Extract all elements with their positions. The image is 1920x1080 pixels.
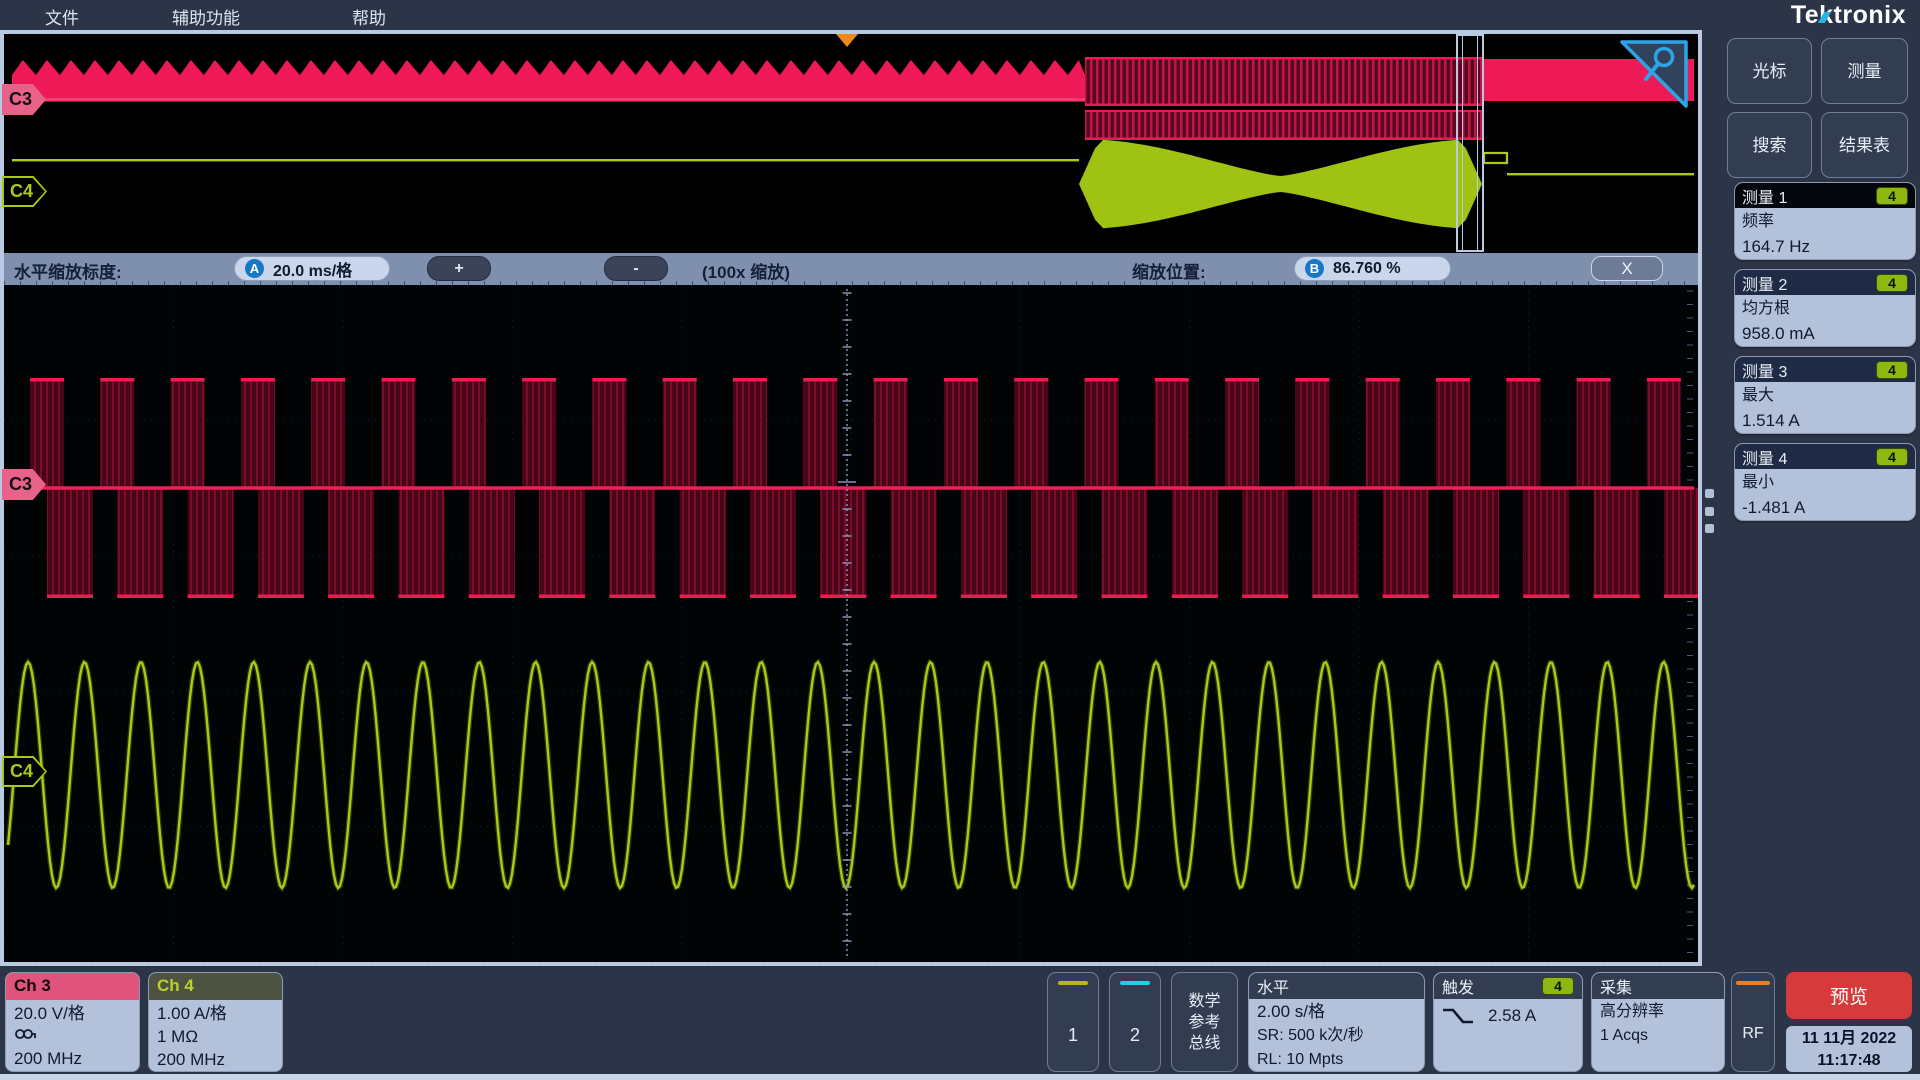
zoom-scale-label: 水平缩放标度:: [14, 258, 122, 283]
results-table-button[interactable]: 结果表: [1821, 112, 1908, 178]
zoom-scale-knob[interactable]: A 20.0 ms/格: [234, 256, 390, 281]
horizontal-scale: 2.00 s/格: [1257, 1000, 1416, 1024]
menu-file[interactable]: 文件: [45, 4, 79, 29]
measurement-4-title: 测量 4: [1742, 445, 1787, 469]
overview-waveforms: [4, 34, 1698, 253]
waveform-view-1-button[interactable]: 1: [1047, 972, 1099, 1072]
measurement-1-source-badge: 4: [1876, 187, 1908, 205]
menu-bar: 文件 辅助功能 帮助 Tektronix: [0, 0, 1920, 30]
trigger-panel[interactable]: 触发 4 2.58 A: [1433, 972, 1583, 1072]
measurement-2-title: 测量 2: [1742, 271, 1787, 295]
measure-button[interactable]: 测量: [1821, 38, 1908, 104]
view1-color-bar: [1058, 981, 1088, 985]
zoom-position-value: 86.760 %: [1333, 260, 1401, 278]
record-length: RL: 10 Mpts: [1257, 1048, 1416, 1072]
trigger-position-marker-icon[interactable]: [836, 34, 858, 47]
acquisition-panel[interactable]: 采集 高分辨率 1 Acqs: [1591, 972, 1725, 1072]
measurement-4-source-badge: 4: [1876, 448, 1908, 466]
horizontal-title: 水平: [1257, 974, 1289, 998]
zoom-position-label: 缩放位置:: [1132, 258, 1206, 283]
measurement-1-name: 频率: [1742, 209, 1908, 234]
ch4-scale: 1.00 A/格: [157, 1002, 274, 1025]
trigger-title: 触发: [1442, 974, 1474, 998]
date: 11 11月 2022: [1786, 1028, 1912, 1050]
measurement-2-name: 均方根: [1742, 296, 1908, 321]
main-waveform-display: C3 C4: [4, 285, 1698, 962]
zoom-control-bar: 水平缩放标度: A 20.0 ms/格 + - (100x 缩放) 缩放位置: …: [4, 253, 1698, 285]
menu-help[interactable]: 帮助: [352, 4, 386, 29]
trigger-source-badge: 4: [1542, 977, 1574, 995]
measurement-1-title: 测量 1: [1742, 184, 1787, 208]
horizontal-panel[interactable]: 水平 2.00 s/格 SR: 500 k次/秒 RL: 10 Mpts: [1248, 972, 1425, 1072]
zoom-selection-box-inner: [1462, 36, 1478, 250]
time: 11:17:48: [1786, 1050, 1912, 1072]
measurement-2-value: 958.0 mA: [1742, 321, 1908, 346]
measurement-3-name: 最大: [1742, 383, 1908, 408]
sample-rate: SR: 500 k次/秒: [1257, 1024, 1416, 1048]
ch4-impedance: 1 MΩ: [157, 1025, 274, 1048]
ch4-badge[interactable]: Ch 4 1.00 A/格 1 MΩ 200 MHz: [148, 972, 283, 1072]
magnifier-corner-icon[interactable]: [1620, 39, 1690, 109]
splitter-drag-handle[interactable]: [1705, 489, 1715, 533]
main-waveforms: [4, 285, 1698, 962]
knob-b-icon: B: [1305, 259, 1324, 278]
tektronix-logo: Tektronix: [1791, 1, 1906, 30]
zoom-factor-label: (100x 缩放): [702, 258, 790, 283]
measurement-4-panel[interactable]: 测量 4 4 最小 -1.481 A: [1734, 443, 1916, 521]
measurement-4-name: 最小: [1742, 470, 1908, 495]
ch3-badge[interactable]: Ch 3 20.0 V/格 200 MHz: [5, 972, 140, 1072]
ch3-bandwidth: 200 MHz: [14, 1047, 131, 1070]
search-button[interactable]: 搜索: [1727, 112, 1812, 178]
zoom-scale-value: 20.0 ms/格: [273, 257, 352, 281]
ch3-name: Ch 3: [6, 973, 139, 1000]
ch3-scale: 20.0 V/格: [14, 1002, 131, 1025]
zoom-overview-window: C3 C4: [4, 34, 1698, 253]
rf-button[interactable]: RF: [1731, 972, 1775, 1072]
acquisition-count: 1 Acqs: [1600, 1024, 1716, 1048]
probe-icon: [14, 1025, 131, 1047]
ch4-name: Ch 4: [149, 973, 282, 1000]
measurement-3-title: 测量 3: [1742, 358, 1787, 382]
datetime-display[interactable]: 11 11月 2022 11:17:48: [1786, 1026, 1912, 1072]
zoom-close-button[interactable]: X: [1591, 256, 1663, 281]
acquisition-mode: 高分辨率: [1600, 1000, 1716, 1024]
ch4-bandwidth: 200 MHz: [157, 1048, 274, 1071]
measurement-2-panel[interactable]: 测量 2 4 均方根 958.0 mA: [1734, 269, 1916, 347]
cursor-button[interactable]: 光标: [1727, 38, 1812, 104]
bottom-edge-strip: [0, 1074, 1920, 1080]
rf-color-bar: [1736, 981, 1770, 985]
measurement-1-panel[interactable]: 测量 1 4 频率 164.7 Hz: [1734, 182, 1916, 260]
acquisition-title: 采集: [1600, 974, 1632, 998]
knob-a-icon: A: [245, 259, 264, 278]
zoom-in-button[interactable]: +: [427, 256, 491, 281]
zoom-position-knob[interactable]: B 86.760 %: [1294, 256, 1451, 281]
measurement-4-value: -1.481 A: [1742, 495, 1908, 520]
view2-color-bar: [1120, 981, 1150, 985]
preview-button[interactable]: 预览: [1786, 972, 1912, 1019]
falling-edge-icon: [1442, 1007, 1474, 1025]
zoom-selection-box[interactable]: [1456, 34, 1484, 252]
trigger-level: 2.58 A: [1488, 1004, 1536, 1028]
measurement-2-source-badge: 4: [1876, 274, 1908, 292]
bottom-bar: Ch 3 20.0 V/格 200 MHz Ch 4 1.00 A/格 1 MΩ…: [0, 966, 1920, 1074]
measurement-3-source-badge: 4: [1876, 361, 1908, 379]
measurement-3-panel[interactable]: 测量 3 4 最大 1.514 A: [1734, 356, 1916, 434]
measurement-3-value: 1.514 A: [1742, 408, 1908, 433]
measurement-1-value: 164.7 Hz: [1742, 234, 1908, 259]
waveform-view-2-button[interactable]: 2: [1109, 972, 1161, 1072]
menu-utility[interactable]: 辅助功能: [172, 4, 240, 29]
zoom-out-button[interactable]: -: [604, 256, 668, 281]
math-ref-bus-button[interactable]: 数学 参考 总线: [1171, 972, 1238, 1072]
